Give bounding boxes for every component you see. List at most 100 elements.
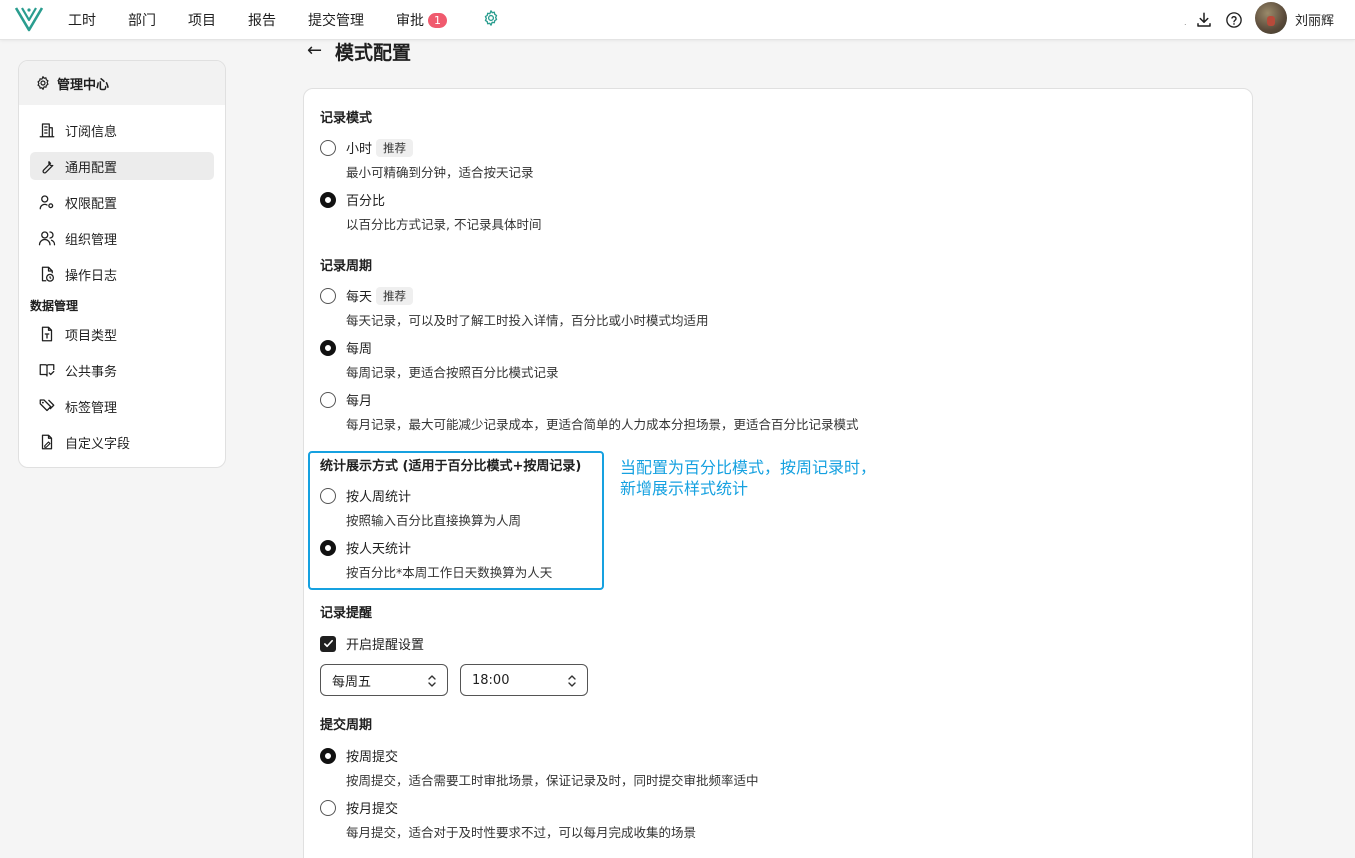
user-key-icon — [39, 195, 54, 210]
reminder-day-select[interactable]: 每周五 — [320, 664, 448, 696]
settings-gear-icon[interactable] — [482, 9, 500, 27]
sidebar-item-label: 操作日志 — [65, 268, 118, 284]
wrench-icon — [42, 161, 54, 174]
sidebar-item-subscription[interactable]: 订阅信息 — [30, 116, 214, 144]
building-icon — [39, 123, 55, 138]
username[interactable]: 刘丽辉 — [1295, 10, 1334, 29]
select-value: 每周五 — [332, 674, 372, 690]
radio-button-checked[interactable] — [320, 191, 336, 208]
radio-button[interactable] — [320, 799, 336, 816]
radio-button[interactable] — [320, 139, 336, 156]
sidebar-item-label: 项目类型 — [65, 328, 118, 344]
sidebar-item-label: 公共事务 — [65, 364, 118, 380]
option-label: 小时 — [346, 142, 373, 157]
nav-item-department[interactable]: 部门 — [128, 10, 156, 30]
radio-button-checked[interactable] — [320, 747, 336, 764]
sidebar-item-label: 权限配置 — [65, 196, 118, 212]
reminder-time-select[interactable]: 18:00 — [460, 664, 588, 696]
sidebar-item-general-config[interactable]: 通用配置 — [30, 152, 214, 180]
section-title-record-mode: 记录模式 — [320, 111, 373, 126]
user-avatar[interactable] — [1255, 2, 1287, 34]
tags-icon — [39, 399, 55, 412]
option-label: 每月 — [346, 394, 373, 409]
sidebar-item-project-type[interactable]: 项目类型 — [30, 320, 214, 348]
radio-option-monthly-submit[interactable]: 按月提交 — [320, 798, 398, 817]
app-logo-icon[interactable] — [14, 5, 44, 33]
nav-item-approval[interactable]: 审批 1 — [396, 10, 447, 30]
radio-option-monthly[interactable]: 每月 — [320, 390, 372, 409]
sidebar-item-label: 标签管理 — [65, 400, 118, 416]
users-icon — [38, 231, 56, 246]
select-value: 18:00 — [472, 672, 510, 688]
option-desc: 以百分比方式记录, 不记录具体时间 — [346, 217, 542, 232]
radio-option-daily[interactable]: 每天 推荐 — [320, 286, 414, 305]
sidebar-item-custom-fields[interactable]: 自定义字段 — [30, 428, 214, 456]
option-desc: 每周记录，更适合按照百分比模式记录 — [346, 365, 559, 380]
option-desc: 按周提交，适合需要工时审批场景，保证记录及时，同时提交审批频率适中 — [346, 773, 759, 788]
file-edit-icon — [41, 434, 53, 450]
option-label: 按人天统计 — [346, 542, 412, 557]
option-desc: 每天记录，可以及时了解工时投入详情，百分比或小时模式均适用 — [346, 313, 709, 328]
back-arrow-icon[interactable]: ← — [307, 40, 322, 61]
chevron-up-down-icon — [428, 675, 436, 687]
check-icon — [323, 639, 333, 648]
radio-option-person-day[interactable]: 按人天统计 — [320, 538, 411, 557]
option-desc: 按照输入百分比直接换算为人周 — [346, 513, 522, 528]
help-icon[interactable] — [1225, 11, 1243, 29]
sidebar-item-organization[interactable]: 组织管理 — [30, 224, 214, 252]
radio-option-weekly-submit[interactable]: 按周提交 — [320, 746, 398, 765]
option-label: 按月提交 — [346, 802, 399, 817]
nav-item-approval-label: 审批 — [396, 13, 424, 29]
option-desc: 每月记录，最大可能减少记录成本，更适合简单的人力成本分担场景，更适合百分比记录模… — [346, 417, 859, 432]
radio-option-percentage[interactable]: 百分比 — [320, 190, 385, 209]
option-label: 每周 — [346, 342, 373, 357]
recommend-tag: 推荐 — [376, 138, 414, 157]
top-dot: . — [1184, 18, 1187, 27]
section-title-reminder: 记录提醒 — [320, 606, 373, 621]
page-title: 模式配置 — [335, 42, 412, 64]
book-check-icon — [39, 364, 55, 377]
radio-button-checked[interactable] — [320, 339, 336, 356]
radio-option-person-week[interactable]: 按人周统计 — [320, 486, 411, 505]
sidebar-item-label: 组织管理 — [65, 232, 118, 248]
option-label: 按人周统计 — [346, 490, 412, 505]
sidebar-item-permissions[interactable]: 权限配置 — [30, 188, 214, 216]
radio-button[interactable] — [320, 287, 336, 304]
sidebar-item-operation-log[interactable]: 操作日志 — [30, 260, 214, 288]
radio-option-weekly[interactable]: 每周 — [320, 338, 372, 357]
radio-button-checked[interactable] — [320, 539, 336, 556]
chevron-up-down-icon — [568, 675, 576, 687]
section-title-stat-display: 统计展示方式 (适用于百分比模式+按周记录) — [320, 459, 582, 474]
annotation-note: 当配置为百分比模式，按周记录时， 新增展示样式统计 — [620, 457, 876, 499]
approval-count-badge: 1 — [428, 13, 447, 28]
radio-button[interactable] — [320, 487, 336, 504]
download-icon[interactable] — [1195, 11, 1213, 29]
nav-item-project[interactable]: 项目 — [188, 10, 216, 30]
section-title-record-period: 记录周期 — [320, 259, 373, 274]
sidebar-item-label: 自定义字段 — [65, 436, 131, 452]
reminder-checkbox-option[interactable]: 开启提醒设置 — [320, 634, 424, 653]
sidebar-item-tag-management[interactable]: 标签管理 — [30, 392, 214, 420]
radio-option-hour[interactable]: 小时 推荐 — [320, 138, 414, 157]
option-desc: 每月提交，适合对于及时性要求不过，可以每月完成收集的场景 — [346, 825, 697, 840]
annotation-line: 新增展示样式统计 — [620, 479, 749, 498]
option-label: 开启提醒设置 — [346, 638, 425, 653]
option-label: 按周提交 — [346, 750, 399, 765]
nav-item-report[interactable]: 报告 — [248, 10, 276, 30]
config-card: 记录模式 小时 推荐 最小可精确到分钟，适合按天记录 百分比 以百分比方式记录,… — [303, 88, 1253, 858]
annotation-line: 当配置为百分比模式，按周记录时， — [620, 458, 877, 477]
sidebar-group-data-management: 数据管理 — [30, 299, 79, 313]
section-title-submit-period: 提交周期 — [320, 718, 373, 733]
radio-button[interactable] — [320, 391, 336, 408]
option-label: 百分比 — [346, 194, 386, 209]
checkbox-checked[interactable] — [320, 635, 336, 652]
admin-sidebar: 管理中心 订阅信息 通用配置 权限配置 组织管理 操作日志 数据管理 项目类型 … — [18, 60, 226, 468]
sidebar-item-label: 通用配置 — [65, 160, 118, 176]
nav-item-timesheet[interactable]: 工时 — [68, 10, 96, 30]
sidebar-title: 管理中心 — [57, 77, 110, 93]
recommend-tag: 推荐 — [376, 286, 414, 305]
gear-icon — [37, 76, 49, 90]
nav-item-submission[interactable]: 提交管理 — [308, 10, 364, 30]
sidebar-item-public-affairs[interactable]: 公共事务 — [30, 356, 214, 384]
file-clock-icon — [41, 266, 55, 282]
